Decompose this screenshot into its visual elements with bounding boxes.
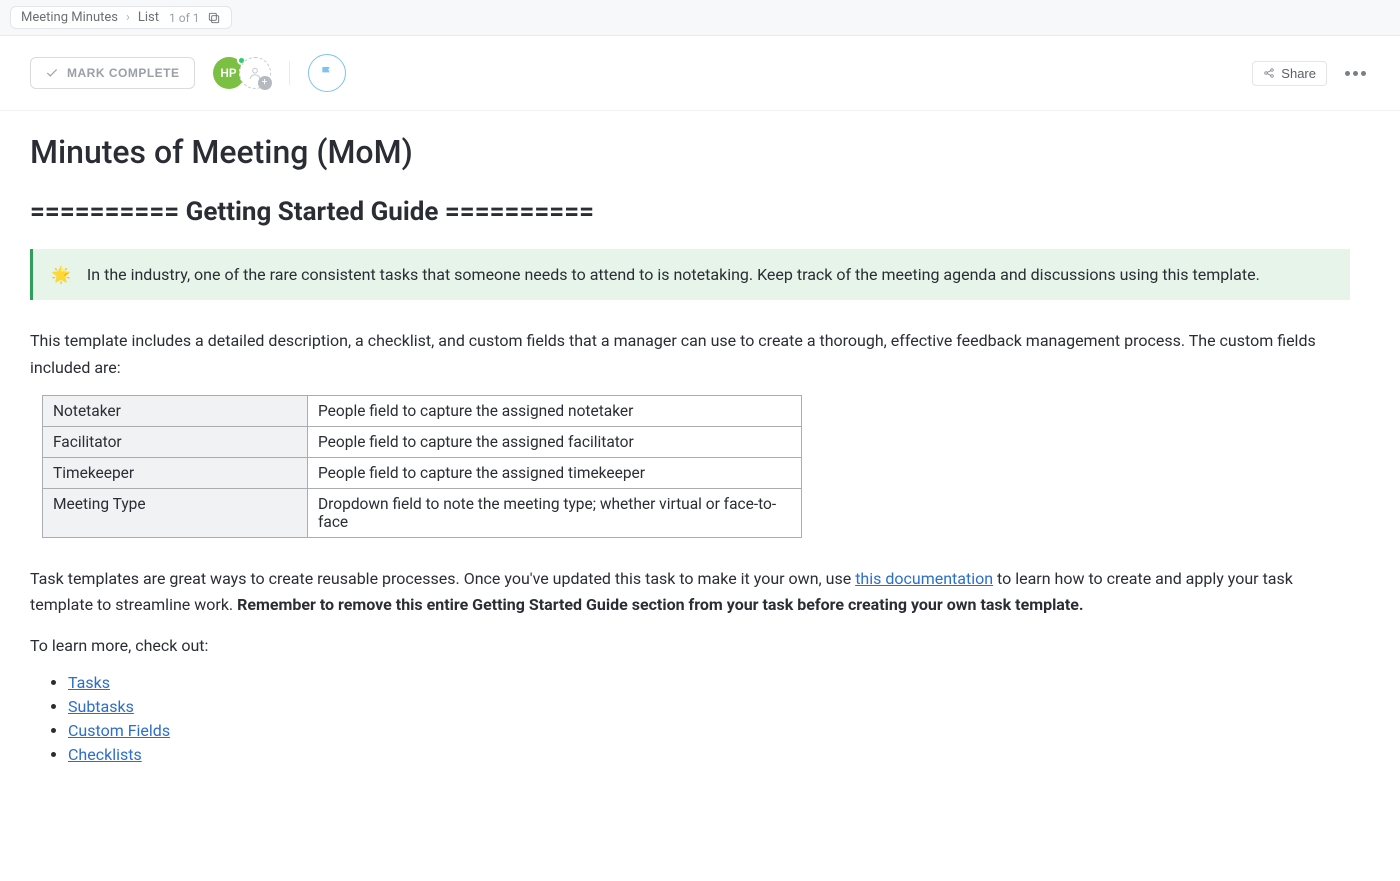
add-assignee-button[interactable]: + bbox=[239, 57, 271, 89]
check-icon bbox=[45, 66, 59, 80]
mark-complete-button[interactable]: MARK COMPLETE bbox=[30, 57, 195, 89]
main-panel: MARK COMPLETE HP + Share bbox=[0, 35, 1400, 881]
breadcrumb-count: 1 of 1 bbox=[169, 11, 199, 25]
page-title: Minutes of Meeting (MoM) bbox=[30, 133, 1350, 171]
field-name: Meeting Type bbox=[43, 488, 308, 537]
callout-text: In the industry, one of the rare consist… bbox=[87, 265, 1260, 284]
list-item: Tasks bbox=[68, 673, 1350, 692]
guide-heading: ========== Getting Started Guide =======… bbox=[30, 197, 1350, 227]
share-label: Share bbox=[1281, 66, 1316, 81]
copy-icon[interactable] bbox=[207, 11, 221, 25]
templates-text-1: Task templates are great ways to create … bbox=[30, 569, 855, 588]
more-options-button[interactable] bbox=[1341, 67, 1370, 80]
flag-icon bbox=[319, 65, 335, 81]
avatar-initials: HP bbox=[220, 66, 236, 80]
list-item: Subtasks bbox=[68, 697, 1350, 716]
learn-more-list: Tasks Subtasks Custom Fields Checklists bbox=[30, 673, 1350, 764]
table-row: Notetaker People field to capture the as… bbox=[43, 395, 802, 426]
dot-icon bbox=[1345, 71, 1350, 76]
breadcrumb-bar: Meeting Minutes › List 1 of 1 bbox=[0, 0, 1400, 35]
list-item: Checklists bbox=[68, 745, 1350, 764]
priority-flag-button[interactable] bbox=[308, 54, 346, 92]
field-name: Facilitator bbox=[43, 426, 308, 457]
learn-more-label: To learn more, check out: bbox=[30, 633, 1350, 659]
field-name: Notetaker bbox=[43, 395, 308, 426]
learn-link-subtasks[interactable]: Subtasks bbox=[68, 697, 134, 716]
mark-complete-label: MARK COMPLETE bbox=[67, 66, 180, 80]
breadcrumb-leaf: List bbox=[138, 10, 159, 25]
field-desc: Dropdown field to note the meeting type;… bbox=[308, 488, 802, 537]
assignees: HP + bbox=[213, 57, 271, 89]
table-row: Timekeeper People field to capture the a… bbox=[43, 457, 802, 488]
share-icon bbox=[1263, 67, 1275, 79]
field-desc: People field to capture the assigned fac… bbox=[308, 426, 802, 457]
star-icon: 🌟 bbox=[51, 265, 71, 284]
dot-icon bbox=[1361, 71, 1366, 76]
plus-icon: + bbox=[258, 76, 272, 90]
learn-link-tasks[interactable]: Tasks bbox=[68, 673, 110, 692]
documentation-link[interactable]: this documentation bbox=[855, 569, 993, 588]
table-row: Meeting Type Dropdown field to note the … bbox=[43, 488, 802, 537]
share-button[interactable]: Share bbox=[1252, 61, 1327, 86]
task-toolbar: MARK COMPLETE HP + Share bbox=[0, 36, 1400, 111]
callout: 🌟 In the industry, one of the rare consi… bbox=[30, 249, 1350, 300]
custom-fields-table: Notetaker People field to capture the as… bbox=[42, 395, 802, 538]
field-desc: People field to capture the assigned tim… bbox=[308, 457, 802, 488]
field-desc: People field to capture the assigned not… bbox=[308, 395, 802, 426]
intro-paragraph: This template includes a detailed descri… bbox=[30, 328, 1350, 381]
chevron-right-icon: › bbox=[126, 10, 130, 25]
templates-paragraph: Task templates are great ways to create … bbox=[30, 566, 1350, 619]
table-row: Facilitator People field to capture the … bbox=[43, 426, 802, 457]
breadcrumb-root: Meeting Minutes bbox=[21, 10, 118, 25]
field-name: Timekeeper bbox=[43, 457, 308, 488]
list-item: Custom Fields bbox=[68, 721, 1350, 740]
templates-bold: Remember to remove this entire Getting S… bbox=[237, 595, 1083, 614]
dot-icon bbox=[1353, 71, 1358, 76]
learn-link-custom-fields[interactable]: Custom Fields bbox=[68, 721, 170, 740]
breadcrumb[interactable]: Meeting Minutes › List 1 of 1 bbox=[10, 6, 232, 29]
document-body: Minutes of Meeting (MoM) ========== Gett… bbox=[0, 111, 1380, 809]
learn-link-checklists[interactable]: Checklists bbox=[68, 745, 142, 764]
divider bbox=[289, 61, 290, 85]
